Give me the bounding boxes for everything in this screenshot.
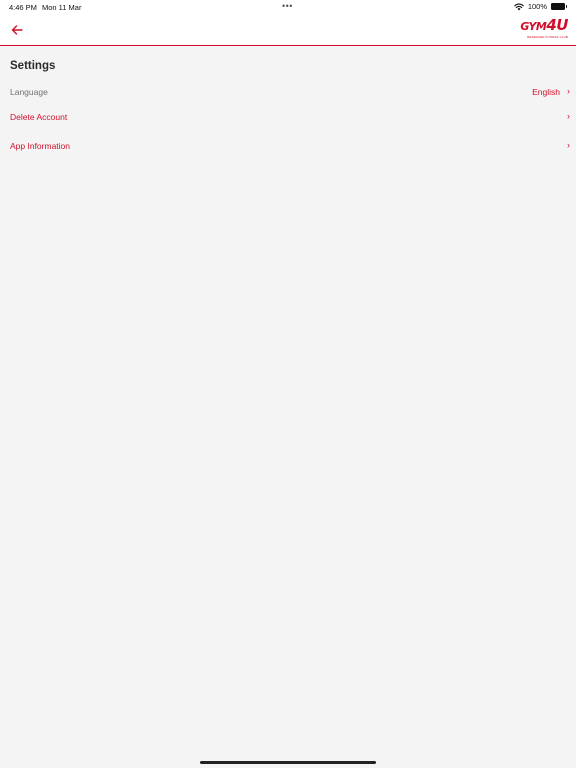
status-indicators: 100% bbox=[514, 2, 567, 11]
back-button[interactable] bbox=[8, 21, 26, 39]
page-title: Settings bbox=[10, 60, 56, 72]
wifi-icon bbox=[514, 3, 524, 10]
arrow-left-icon bbox=[11, 25, 23, 35]
status-date: Mon 11 Mar bbox=[42, 3, 82, 12]
chevron-right-icon: › bbox=[567, 111, 570, 121]
gym4u-logo: GYM4U RESERVED FITNESS CLUB bbox=[520, 16, 568, 42]
settings-screen: 4:46 PM Mon 11 Mar ••• 100% GYM4U RESERV… bbox=[0, 0, 576, 768]
status-bar: 4:46 PM Mon 11 Mar ••• 100% bbox=[0, 0, 576, 14]
logo-text-main: GYM bbox=[520, 20, 547, 33]
app-information-label: App Information bbox=[10, 141, 71, 151]
battery-percent: 100% bbox=[527, 2, 547, 11]
home-indicator[interactable] bbox=[200, 761, 376, 764]
status-time: 4:46 PM bbox=[9, 3, 37, 12]
logo-tagline: RESERVED FITNESS CLUB bbox=[527, 35, 568, 39]
language-value: English bbox=[532, 87, 560, 97]
settings-row-language[interactable]: Language English › bbox=[0, 81, 576, 105]
chevron-right-icon: › bbox=[567, 140, 570, 150]
language-label: Language bbox=[10, 87, 48, 97]
navigation-bar: GYM4U RESERVED FITNESS CLUB bbox=[0, 14, 576, 46]
logo-text-accent: 4U bbox=[546, 16, 568, 34]
settings-row-delete-account[interactable]: Delete Account › bbox=[0, 106, 576, 130]
multitasking-dots[interactable]: ••• bbox=[282, 1, 293, 11]
chevron-right-icon: › bbox=[567, 86, 570, 96]
settings-row-app-information[interactable]: App Information › bbox=[0, 135, 576, 159]
delete-account-label: Delete Account bbox=[10, 112, 68, 122]
battery-icon bbox=[551, 3, 567, 10]
